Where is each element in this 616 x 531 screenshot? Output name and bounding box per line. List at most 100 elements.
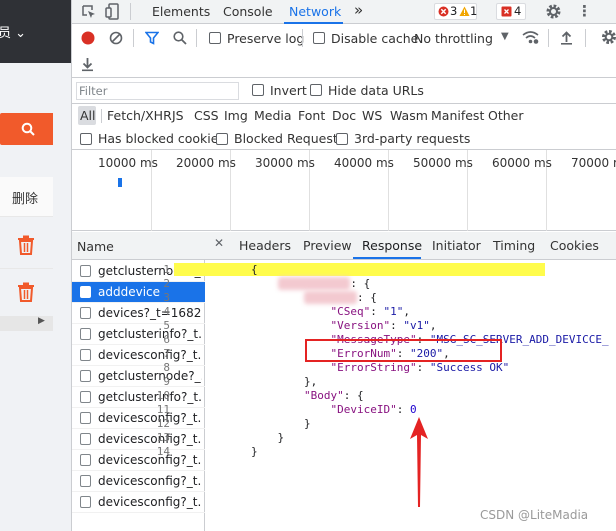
type-filter-doc[interactable]: Doc bbox=[332, 108, 356, 123]
user-role-menu[interactable]: 员 ⌄ bbox=[0, 22, 26, 41]
scroll-right-arrow-icon[interactable]: ▶ bbox=[38, 316, 45, 326]
tab-cookies[interactable]: Cookies bbox=[550, 238, 599, 253]
redacted-text: "xxxxxxxxx" bbox=[277, 277, 351, 290]
code-line: } bbox=[251, 417, 311, 430]
request-row[interactable]: getclusterinfo?_t... bbox=[72, 387, 205, 408]
type-filter-media[interactable]: Media bbox=[254, 108, 292, 123]
line-number: 8 bbox=[163, 361, 170, 374]
name-column-header[interactable]: Name bbox=[77, 239, 114, 254]
more-options-icon[interactable]: ⋮ bbox=[577, 2, 592, 20]
request-row[interactable]: devicesconfig?_t... bbox=[72, 471, 205, 492]
filter-icon[interactable] bbox=[145, 31, 159, 45]
toolbar-divider bbox=[196, 29, 197, 47]
request-name: devicesconfig?_t... bbox=[98, 474, 202, 488]
request-row[interactable]: devicesconfig?_t... bbox=[72, 408, 205, 429]
third-party-checkbox[interactable] bbox=[336, 133, 348, 145]
toolbar-divider bbox=[585, 29, 586, 47]
request-row[interactable]: devicesconfig?_t... bbox=[72, 450, 205, 471]
tab-network[interactable]: Network bbox=[289, 4, 341, 19]
line-number: 5 bbox=[163, 319, 170, 332]
settings-gear-icon[interactable] bbox=[545, 3, 562, 20]
type-filter-img[interactable]: Img bbox=[224, 108, 248, 123]
search-button[interactable] bbox=[0, 113, 53, 145]
request-row[interactable]: getclusterinfo?_t... bbox=[72, 324, 205, 345]
blocked-requests-checkbox[interactable] bbox=[216, 133, 228, 145]
export-har-icon[interactable] bbox=[81, 57, 94, 72]
record-icon[interactable] bbox=[81, 31, 95, 45]
code-line: "Version": "v1", bbox=[330, 319, 437, 332]
code-line: "xxxxxxxxx": { bbox=[251, 277, 370, 290]
invert-checkbox[interactable] bbox=[252, 84, 264, 96]
redacted-text: "xxxxxx" bbox=[303, 291, 357, 304]
disable-cache-checkbox[interactable] bbox=[313, 32, 325, 44]
request-row[interactable]: adddevice bbox=[72, 282, 205, 303]
type-filter-all[interactable]: All bbox=[80, 108, 96, 123]
request-type-icon bbox=[80, 412, 91, 424]
tab-elements[interactable]: Elements bbox=[152, 4, 210, 19]
type-filter-ws[interactable]: WS bbox=[362, 108, 382, 123]
request-row[interactable]: getclusternode?_... bbox=[72, 366, 205, 387]
issues-badge[interactable]: 4 bbox=[496, 3, 526, 20]
has-blocked-cookies-checkbox[interactable] bbox=[80, 133, 92, 145]
timeline-tick: 40000 ms bbox=[334, 156, 394, 170]
tab-headers[interactable]: Headers bbox=[239, 238, 291, 253]
network-toolbar: Preserve log Disable cache No throttling… bbox=[72, 24, 616, 78]
line-number: 2 bbox=[163, 277, 170, 290]
line-number: 12 bbox=[156, 417, 170, 430]
tab-timing[interactable]: Timing bbox=[493, 238, 535, 253]
trash-icon[interactable] bbox=[17, 282, 35, 302]
annotation-highlight-box bbox=[305, 339, 502, 362]
timeline-tick: 50000 ms bbox=[413, 156, 473, 170]
chevron-down-icon[interactable]: ▼ bbox=[501, 31, 509, 42]
filter-input[interactable]: Filter bbox=[76, 82, 239, 100]
request-type-icon bbox=[80, 370, 91, 382]
preserve-log-checkbox[interactable] bbox=[209, 32, 221, 44]
type-filter-js[interactable]: JS bbox=[172, 108, 184, 123]
import-har-icon[interactable] bbox=[560, 30, 573, 45]
type-filter-font[interactable]: Font bbox=[298, 108, 325, 123]
more-tabs-button[interactable]: » bbox=[354, 1, 363, 19]
network-conditions-icon[interactable] bbox=[522, 30, 539, 45]
warning-count: 1 bbox=[470, 4, 478, 18]
network-settings-gear-icon[interactable] bbox=[601, 29, 616, 45]
tab-response[interactable]: Response bbox=[362, 238, 422, 253]
tab-console[interactable]: Console bbox=[223, 4, 273, 19]
type-filter-manifest[interactable]: Manifest bbox=[431, 108, 484, 123]
tab-initiator[interactable]: Initiator bbox=[432, 238, 481, 253]
type-filter-fetch-xhr[interactable]: Fetch/XHR bbox=[107, 108, 172, 123]
line-number: 3 bbox=[163, 291, 170, 304]
request-row[interactable]: devices?_t=1682... bbox=[72, 303, 205, 324]
json-key-body: "Body" bbox=[303, 389, 344, 402]
issues-counter[interactable]: 3 1 bbox=[434, 3, 477, 20]
request-type-icon bbox=[80, 454, 91, 466]
type-filter-css[interactable]: CSS bbox=[194, 108, 219, 123]
toolbar-divider bbox=[548, 29, 549, 47]
request-type-icon bbox=[80, 328, 91, 340]
horizontal-scrollbar[interactable] bbox=[0, 316, 53, 331]
request-row[interactable]: devicesconfig?_t... bbox=[72, 429, 205, 450]
device-toolbar-icon[interactable] bbox=[105, 3, 121, 20]
request-name: devicesconfig?_t... bbox=[98, 495, 202, 509]
search-icon[interactable] bbox=[173, 31, 187, 45]
close-detail-icon[interactable]: ✕ bbox=[214, 236, 224, 250]
type-filter-other[interactable]: Other bbox=[488, 108, 524, 123]
code-line: "xxxxxx": { bbox=[251, 291, 377, 304]
tab-preview[interactable]: Preview bbox=[303, 238, 352, 253]
hide-data-urls-checkbox[interactable] bbox=[310, 84, 322, 96]
timeline-tick: 20000 ms bbox=[176, 156, 236, 170]
inspect-element-icon[interactable] bbox=[81, 4, 97, 20]
clear-icon[interactable] bbox=[109, 31, 123, 45]
line-number: 14 bbox=[156, 445, 170, 458]
type-filter-wasm[interactable]: Wasm bbox=[390, 108, 428, 123]
request-type-icon bbox=[80, 286, 91, 298]
toolbar-divider bbox=[133, 29, 134, 47]
throttling-select[interactable]: No throttling bbox=[414, 31, 493, 46]
request-row[interactable]: devicesconfig?_t... bbox=[72, 345, 205, 366]
type-filter-row: All Fetch/XHR JS CSS Img Media Font Doc … bbox=[72, 104, 616, 128]
request-row[interactable]: devicesconfig?_t... bbox=[72, 492, 205, 513]
timeline-tick: 30000 ms bbox=[255, 156, 315, 170]
error-icon bbox=[438, 6, 449, 17]
json-value-errorstring: "Success OK" bbox=[429, 361, 510, 374]
line-number: 6 bbox=[163, 333, 170, 346]
trash-icon[interactable] bbox=[17, 235, 35, 255]
